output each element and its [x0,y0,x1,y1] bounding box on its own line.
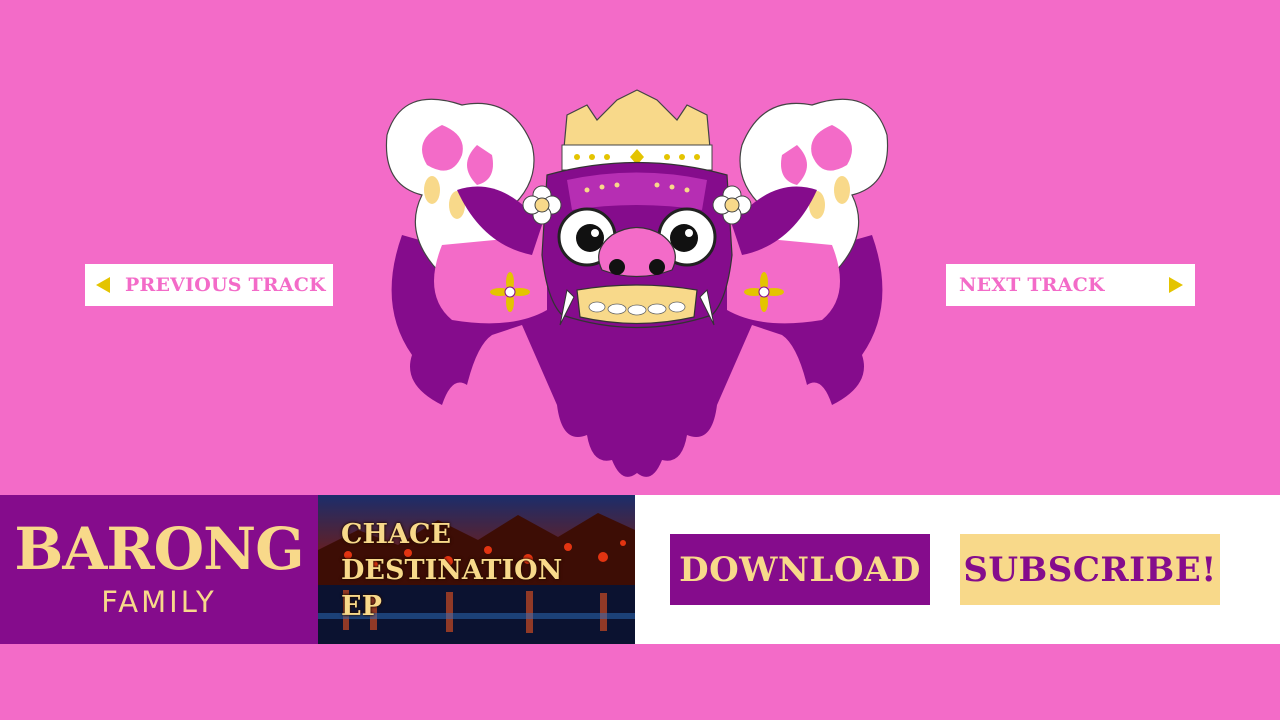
next-track-label: NEXT TRACK [959,274,1105,296]
brand-panel[interactable]: BARONG FAMILY [0,495,318,644]
release-artwork[interactable]: CHACE DESTINATION EP [318,495,635,644]
next-track-button[interactable]: NEXT TRACK [946,264,1195,306]
triangle-right-icon [1169,277,1183,293]
release-title-line: EP [341,591,382,622]
previous-track-label: PREVIOUS TRACK [125,274,326,296]
release-title-line: CHACE [341,519,452,550]
brand-subtitle: FAMILY [101,585,217,619]
release-title: CHACE DESTINATION EP [341,517,631,625]
subscribe-button[interactable]: SUBSCRIBE! [960,534,1220,605]
previous-track-button[interactable]: PREVIOUS TRACK [85,264,333,306]
barong-mask-logo [385,89,889,477]
triangle-left-icon [96,277,110,293]
brand-name: BARONG [14,515,304,583]
release-title-line: DESTINATION [341,555,563,586]
download-button[interactable]: DOWNLOAD [670,534,930,605]
